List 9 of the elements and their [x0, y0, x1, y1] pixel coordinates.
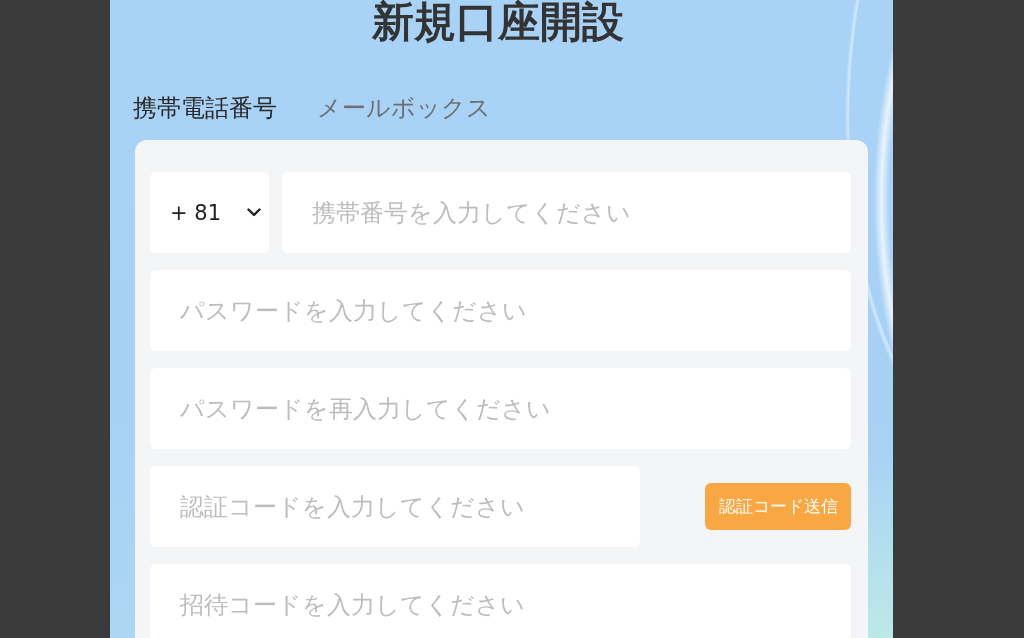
input-field[interactable]: パスワードを入力してください: [150, 270, 851, 351]
input-field[interactable]: パスワードを再入力してください: [150, 368, 851, 449]
tab[interactable]: 携帯電話番号: [133, 92, 277, 124]
chevron-down-icon: [247, 208, 261, 217]
input-field[interactable]: 招待コードを入力してください: [150, 564, 851, 638]
page-title: 新規口座開設: [370, 0, 625, 44]
country-code-select[interactable]: + 81: [150, 172, 269, 253]
input-field[interactable]: 認証コードを入力してください: [150, 466, 640, 547]
input-field[interactable]: 携帯番号を入力してください: [282, 172, 851, 253]
